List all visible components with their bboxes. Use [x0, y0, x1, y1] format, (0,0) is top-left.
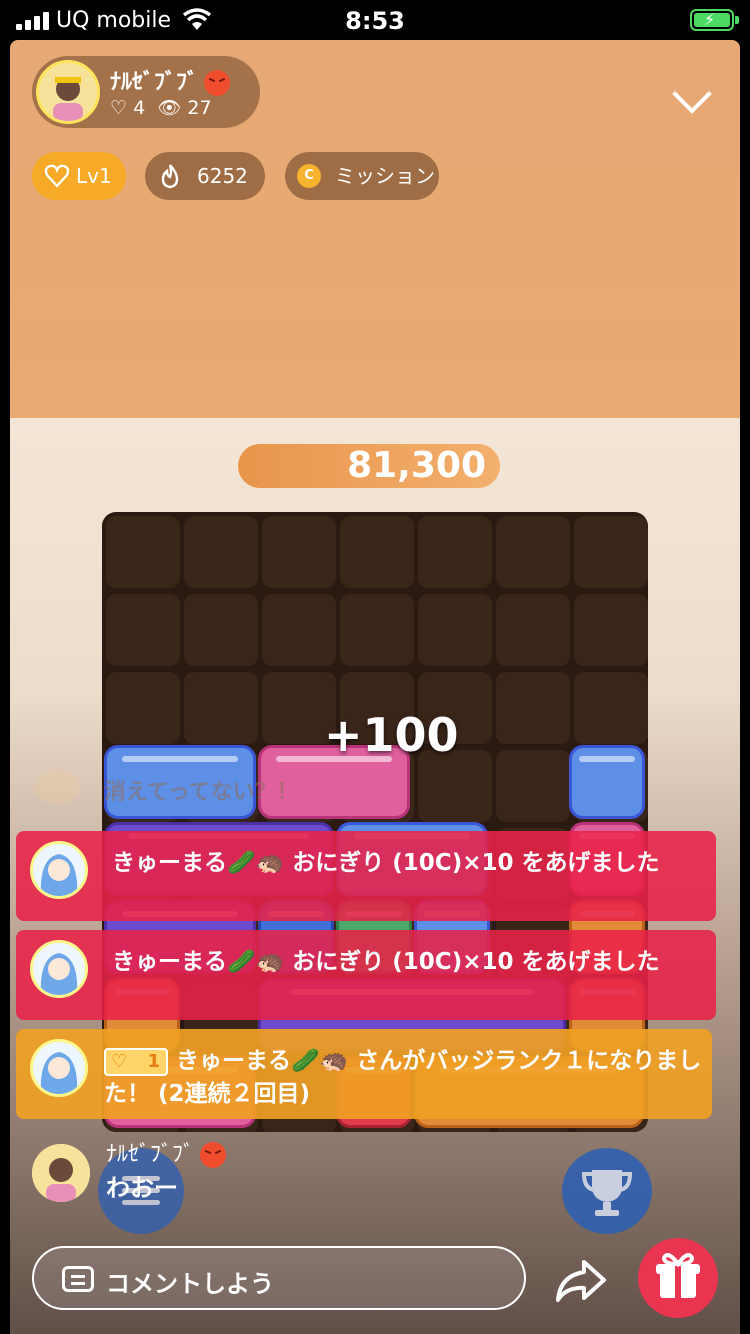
angry-face-icon [204, 70, 231, 96]
game-block[interactable] [569, 745, 645, 819]
chat-author: ﾅﾙｾﾞﾌﾞﾌﾞ [106, 1136, 227, 1168]
chat-message: ﾅﾙｾﾞﾌﾞﾌﾞ わおー [30, 1134, 530, 1214]
board-cell [262, 594, 336, 666]
heart-badge-icon [44, 164, 70, 188]
host-avatar[interactable] [36, 60, 100, 124]
level-chip[interactable]: Lv1 [32, 152, 126, 200]
chevron-down-icon[interactable] [672, 74, 712, 114]
level-label: Lv1 [76, 164, 112, 188]
board-cell [184, 516, 258, 588]
avatar[interactable] [30, 940, 88, 998]
trophy-icon [581, 1170, 633, 1216]
avatar [34, 770, 80, 804]
flame-count: 6252 [197, 164, 248, 188]
mission-chip[interactable]: C ミッション [285, 152, 439, 200]
board-cell [106, 516, 180, 588]
battery-tip [735, 16, 739, 24]
board-cell [340, 516, 414, 588]
angry-face-icon [200, 1142, 227, 1168]
trophy-button[interactable] [562, 1148, 652, 1234]
battery-icon: ⚡ [690, 9, 734, 31]
avatar[interactable] [32, 1144, 90, 1202]
score-gain-popup: +100 [324, 708, 459, 762]
board-cell [574, 672, 648, 744]
clock: 8:53 [345, 7, 405, 35]
chat-text: 消えてってない？！ [104, 780, 299, 805]
board-cell [340, 594, 414, 666]
board-cell [184, 672, 258, 744]
badge-message: きゅーまる🥒🦔 さんがバッジランク１になりました！ (2連続２回目) [104, 1048, 702, 1107]
viewers-count: 27 [187, 97, 212, 119]
gift-button[interactable] [638, 1238, 718, 1318]
host-stats: ♡ 4 👁 27 [110, 96, 212, 119]
gift-notification: きゅーまる🥒🦔 おにぎり (10C)×10 をあげました [16, 831, 716, 921]
board-cell [496, 750, 570, 822]
board-cell [106, 672, 180, 744]
comment-input[interactable]: コメントしよう [32, 1246, 526, 1310]
board-cell [184, 594, 258, 666]
board-cell [496, 594, 570, 666]
board-cell [106, 594, 180, 666]
gift-text: きゅーまる🥒🦔 おにぎり (10C)×10 をあげました [112, 850, 660, 876]
board-cell [418, 594, 492, 666]
flame-icon [161, 164, 179, 189]
avatar[interactable] [30, 841, 88, 899]
avatar[interactable] [30, 1039, 88, 1097]
status-bar: UQ mobile 8:53 ⚡ [0, 0, 750, 40]
score-display: 81,300 [238, 444, 500, 488]
likes-count: 4 [133, 97, 146, 119]
gift-icon [656, 1253, 700, 1298]
rank-badge: 1 [104, 1047, 168, 1076]
board-cell [574, 516, 648, 588]
board-cell [496, 672, 570, 744]
chat-text: わおー [106, 1174, 178, 1202]
host-name: ﾅﾙｾﾞﾌﾞﾌﾞ [110, 64, 231, 96]
comment-icon [62, 1266, 94, 1292]
board-cell [262, 516, 336, 588]
flame-chip[interactable]: 6252 [145, 152, 265, 200]
mission-label: ミッション [335, 164, 435, 188]
board-cell [574, 594, 648, 666]
heart-icon: ♡ [110, 97, 128, 119]
gift-text: きゅーまる🥒🦔 おにぎり (10C)×10 をあげました [112, 949, 660, 975]
live-stream-view: ﾅﾙｾﾞﾌﾞﾌﾞ ♡ 4 👁 27 Lv1 6252 C ミッション 81,30… [10, 40, 740, 1334]
host-profile[interactable]: ﾅﾙｾﾞﾌﾞﾌﾞ ♡ 4 👁 27 [32, 56, 260, 128]
coin-icon: C [297, 164, 321, 188]
gift-notification: きゅーまる🥒🦔 おにぎり (10C)×10 をあげました [16, 930, 716, 1020]
badge-text: 1きゅーまる🥒🦔 さんがバッジランク１になりました！ (2連続２回目) [104, 1045, 704, 1111]
board-cell [418, 516, 492, 588]
board-cell [496, 516, 570, 588]
badge-rank-notification: 1きゅーまる🥒🦔 さんがバッジランク１になりました！ (2連続２回目) [16, 1029, 712, 1119]
comment-placeholder: コメントしよう [106, 1270, 274, 1298]
share-icon[interactable] [550, 1250, 610, 1310]
eye-icon: 👁 [157, 97, 182, 119]
chat-message-faded: 消えてってない？！ [34, 770, 434, 814]
